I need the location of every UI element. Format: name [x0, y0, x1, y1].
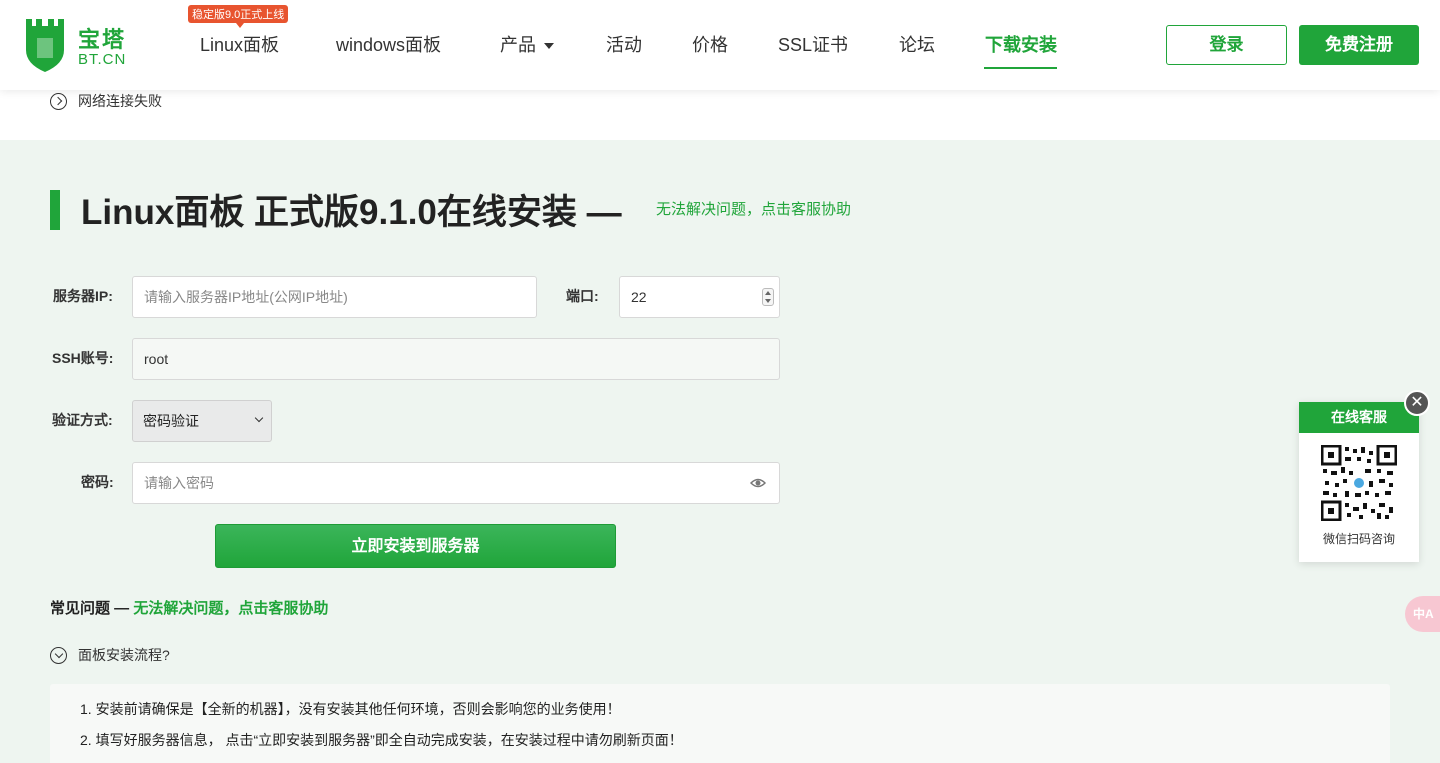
- faq-item-toggle[interactable]: 面板安装流程?: [50, 645, 170, 665]
- page-title: Linux面板 正式版9.1.0在线安装 —: [81, 193, 622, 232]
- network-error-notice[interactable]: 网络连接失败: [50, 91, 162, 111]
- ip-label: 服务器IP:: [53, 288, 113, 304]
- auth-method-value: 密码验证: [143, 413, 199, 429]
- password-placeholder: 请输入密码: [144, 475, 214, 491]
- nav-ssl[interactable]: SSL证书: [778, 31, 848, 57]
- online-service-widget: 在线客服 微信扫码咨询: [1299, 402, 1419, 562]
- help-link[interactable]: 无法解决问题，点击客服协助: [656, 198, 851, 219]
- eye-icon[interactable]: [750, 476, 766, 490]
- faq-heading: 常见问题 — 无法解决问题，点击客服协助: [50, 597, 328, 618]
- login-button[interactable]: 登录: [1166, 25, 1287, 65]
- password-label: 密码:: [81, 474, 114, 490]
- port-input[interactable]: 22: [619, 276, 780, 318]
- faq-answer-box: 1. 安装前请确保是【全新的机器】，没有安装其他任何环境，否则会影响您的业务使用…: [50, 684, 1390, 763]
- close-icon[interactable]: ✕: [1404, 390, 1430, 416]
- nav-activities[interactable]: 活动: [606, 31, 642, 57]
- bt-logo[interactable]: 宝塔 BT.CN: [22, 16, 142, 74]
- nav-products-label: 产品: [500, 35, 536, 55]
- auth-label: 验证方式:: [52, 412, 113, 428]
- faq-step-1: 1. 安装前请确保是【全新的机器】，没有安装其他任何环境，否则会影响您的业务使用…: [80, 701, 621, 717]
- nav-download[interactable]: 下载安装: [985, 31, 1057, 57]
- password-input[interactable]: 请输入密码: [132, 462, 780, 504]
- service-title[interactable]: 在线客服: [1299, 402, 1419, 433]
- chevron-right-circle-icon: [50, 92, 67, 110]
- nav-pricing[interactable]: 价格: [692, 31, 728, 57]
- title-accent-bar: [50, 190, 60, 230]
- translate-icon[interactable]: 中A: [1405, 596, 1440, 632]
- install-button[interactable]: 立即安装到服务器: [215, 524, 616, 568]
- nav-forum[interactable]: 论坛: [899, 31, 935, 57]
- nav-linux-panel[interactable]: Linux面板: [200, 31, 279, 57]
- install-section: Linux面板 正式版9.1.0在线安装 — 无法解决问题，点击客服协助 服务器…: [0, 140, 1440, 763]
- chevron-down-icon: [544, 43, 554, 50]
- active-nav-underline: [984, 67, 1057, 69]
- wechat-qr-code: [1321, 445, 1397, 521]
- ssh-label: SSH账号:: [52, 350, 114, 366]
- faq-title: 常见问题 —: [50, 600, 130, 617]
- ssh-account-input[interactable]: root: [132, 338, 780, 380]
- nav-windows-panel[interactable]: windows面板: [336, 31, 441, 57]
- site-header: 宝塔 BT.CN 稳定版9.0正式上线 Linux面板 windows面板 产品…: [0, 0, 1440, 90]
- faq-step-2: 2. 填写好服务器信息， 点击“立即安装到服务器”即全自动完成安装，在安装过程中…: [80, 732, 683, 748]
- service-caption: 微信扫码咨询: [1322, 532, 1395, 546]
- chevron-down-icon: [254, 413, 264, 423]
- auth-method-select[interactable]: 密码验证: [132, 400, 272, 442]
- logo-text-cn: 宝塔: [78, 27, 127, 52]
- port-value: 22: [631, 289, 647, 305]
- server-ip-input[interactable]: 请输入服务器IP地址(公网IP地址): [132, 276, 537, 318]
- faq-item-title: 面板安装流程?: [78, 647, 170, 663]
- register-button[interactable]: 免费注册: [1299, 25, 1419, 65]
- faq-help-link[interactable]: 无法解决问题，点击客服协助: [133, 600, 328, 617]
- release-badge: 稳定版9.0正式上线: [188, 5, 289, 28]
- nav-products[interactable]: 产品: [500, 31, 554, 57]
- logo-text-en: BT.CN: [78, 51, 127, 68]
- port-label: 端口:: [566, 288, 599, 304]
- shield-logo-icon: [26, 19, 64, 72]
- number-stepper-icon[interactable]: [762, 288, 774, 306]
- chevron-down-circle-icon: [50, 646, 67, 664]
- notice-text: 网络连接失败: [78, 93, 162, 109]
